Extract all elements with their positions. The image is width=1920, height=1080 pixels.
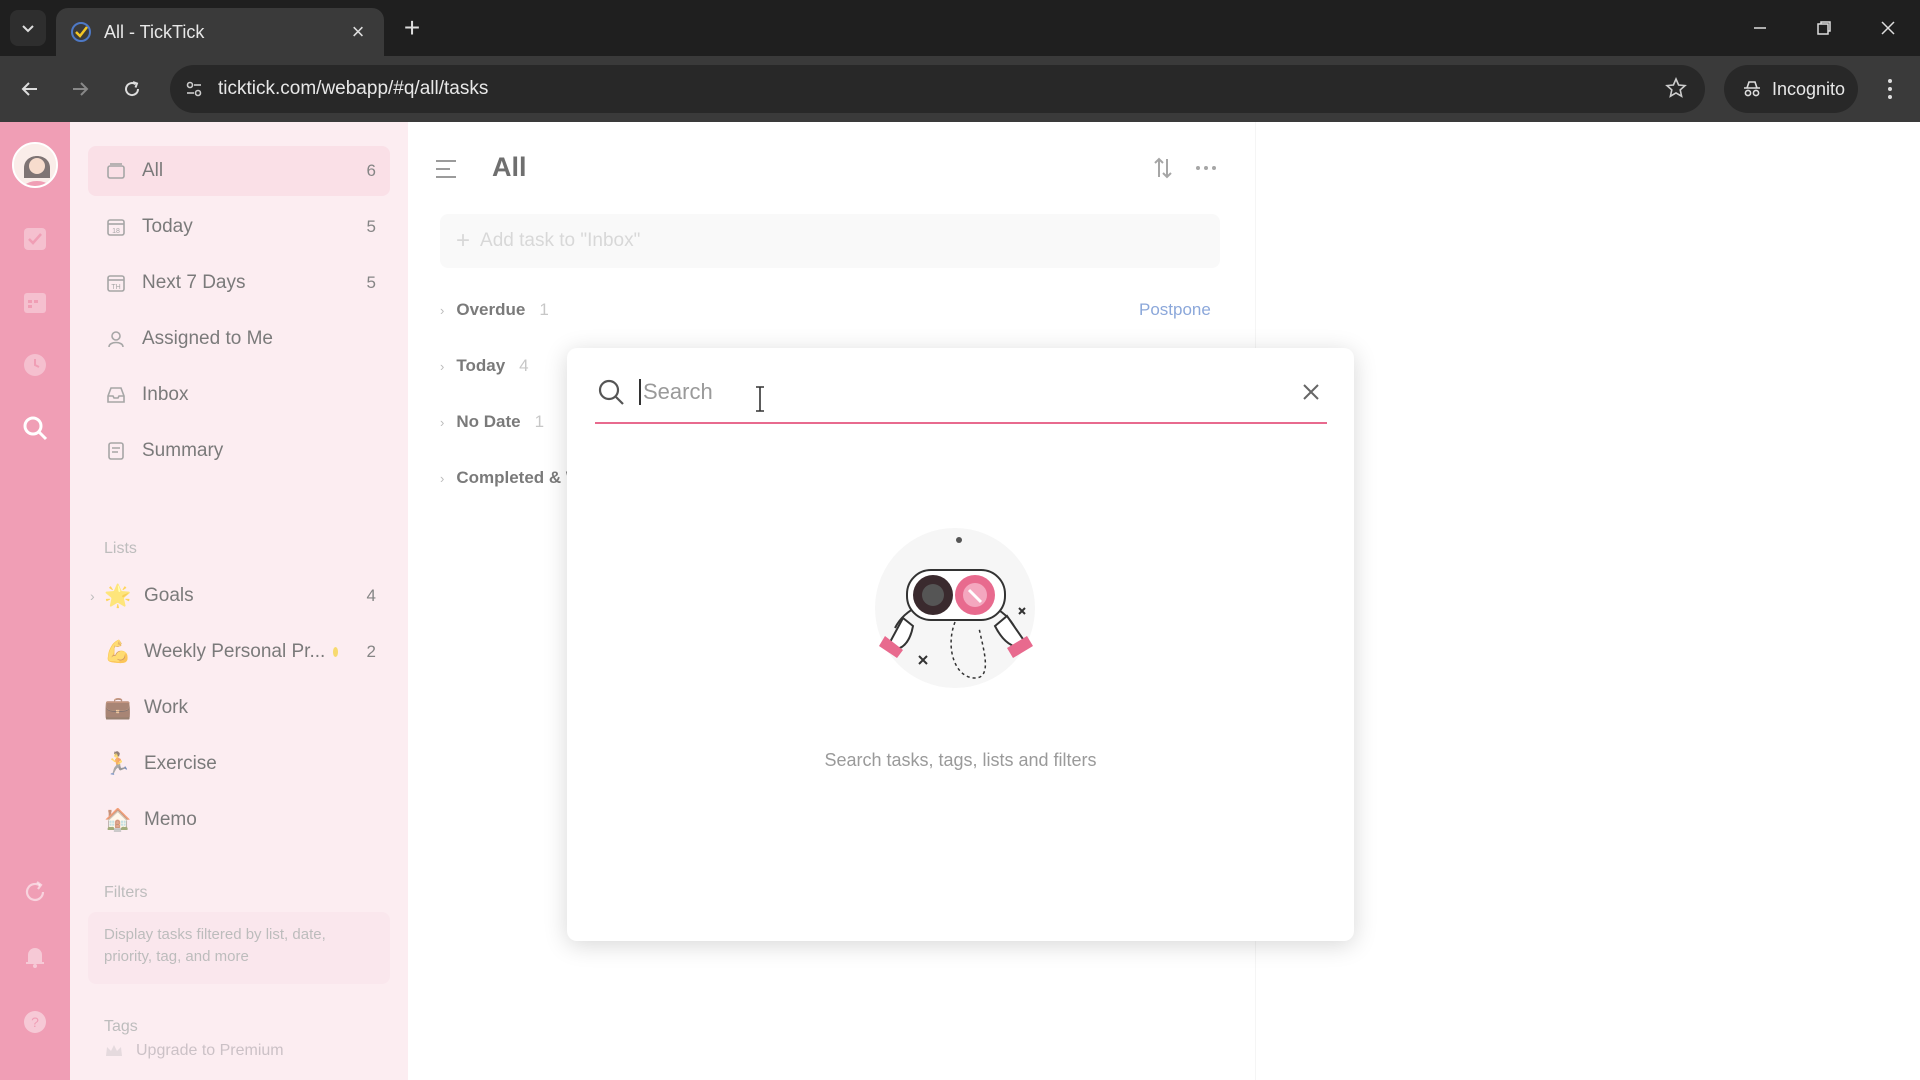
close-icon <box>1881 21 1895 35</box>
search-input[interactable] <box>639 379 1295 405</box>
browser-tab-bar: All - TickTick × + <box>0 0 1920 56</box>
browser-menu-button[interactable] <box>1876 73 1904 105</box>
binoculars-illustration <box>875 528 1035 688</box>
reload-icon <box>125 81 140 97</box>
reload-button[interactable] <box>116 73 148 105</box>
search-bar <box>595 362 1327 424</box>
arrow-right-icon <box>73 82 89 96</box>
incognito-icon <box>1744 81 1760 97</box>
back-button[interactable] <box>14 73 46 105</box>
browser-tab[interactable]: All - TickTick × <box>56 8 384 56</box>
tab-title: All - TickTick <box>104 21 205 42</box>
text-cursor-icon <box>756 386 764 412</box>
more-vertical-icon <box>1888 79 1892 99</box>
ticktick-favicon-icon <box>70 21 92 43</box>
url-text: ticktick.com/webapp/#q/all/tasks <box>218 78 489 99</box>
window-controls <box>1728 0 1920 56</box>
bookmark-star-icon[interactable] <box>1665 76 1687 104</box>
forward-button[interactable] <box>64 73 96 105</box>
tab-close-icon[interactable]: × <box>346 19 370 45</box>
chevron-down-icon <box>22 25 34 33</box>
search-empty-hint: Search tasks, tags, lists and filters <box>824 750 1097 770</box>
address-bar[interactable]: ticktick.com/webapp/#q/all/tasks <box>170 65 1705 113</box>
site-settings-icon[interactable] <box>170 79 218 99</box>
arrow-left-icon <box>21 82 37 96</box>
minimize-button[interactable] <box>1728 0 1792 56</box>
close-window-button[interactable] <box>1856 0 1920 56</box>
search-icon <box>595 376 627 408</box>
restore-button[interactable] <box>1792 0 1856 56</box>
incognito-label: Incognito <box>1772 78 1846 99</box>
close-icon[interactable] <box>1295 376 1327 408</box>
tab-search-button[interactable] <box>10 10 46 46</box>
minimize-icon <box>1754 27 1766 29</box>
search-dialog: Search tasks, tags, lists and filters <box>567 348 1354 941</box>
incognito-indicator[interactable]: Incognito <box>1724 65 1858 113</box>
restore-icon <box>1817 21 1831 35</box>
new-tab-button[interactable]: + <box>396 12 428 44</box>
browser-toolbar: ticktick.com/webapp/#q/all/tasks Incogni… <box>0 56 1920 122</box>
